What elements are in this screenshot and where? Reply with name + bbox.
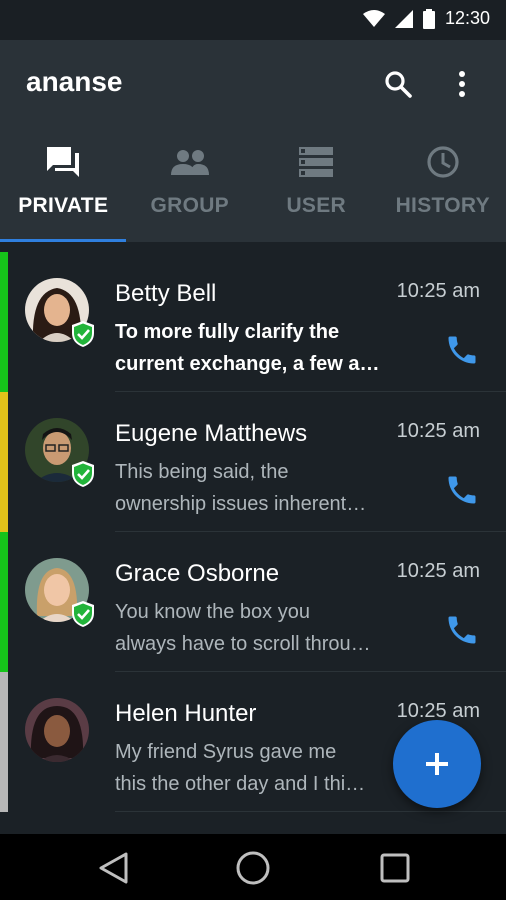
tab-label: GROUP [150, 194, 229, 217]
conversation-row[interactable]: Betty Bell To more fully clarify the cur… [0, 252, 506, 392]
tab-private[interactable]: PRIVATE [0, 140, 127, 242]
contact-name: Betty Bell [115, 280, 217, 307]
recents-button[interactable] [375, 848, 415, 888]
clock-icon [427, 146, 459, 178]
active-tab-indicator [0, 239, 126, 242]
app-bar: ananse PRIVATE GROUP USER HISTORY [0, 40, 506, 242]
contact-name: Eugene Matthews [115, 420, 308, 447]
battery-icon [422, 8, 435, 29]
conversation-row[interactable]: Grace Osborne You know the box you alway… [0, 532, 506, 672]
verified-shield-icon [72, 461, 94, 487]
preview-line: ownership issues inherent… [115, 493, 367, 515]
tab-user[interactable]: USER [253, 140, 380, 240]
new-conversation-fab[interactable] [393, 720, 481, 808]
search-icon [385, 71, 412, 98]
message-preview: You know the box you always have to scro… [115, 596, 390, 660]
tab-group[interactable]: GROUP [127, 140, 254, 240]
status-strip [0, 532, 8, 672]
more-vert-icon [459, 71, 465, 97]
status-strip [0, 392, 8, 532]
preview-line: My friend Syrus gave me [115, 741, 337, 763]
status-bar: 12:30 [0, 0, 506, 40]
status-time: 12:30 [444, 8, 490, 28]
row-divider [115, 811, 506, 812]
verified-shield-icon [72, 601, 94, 627]
preview-line: You know the box you [115, 601, 310, 623]
signal-icon [394, 9, 413, 28]
plus-icon [426, 753, 448, 775]
tab-bar: PRIVATE GROUP USER HISTORY [0, 140, 506, 242]
people-icon [170, 150, 209, 175]
tab-history[interactable]: HISTORY [380, 140, 506, 240]
phone-icon[interactable] [444, 332, 480, 368]
status-icons: 12:30 [362, 8, 490, 29]
recents-square-icon [380, 853, 410, 883]
preview-line: current exchange, a few a… [115, 353, 380, 375]
app-title: ananse [26, 66, 123, 97]
contact-name: Helen Hunter [115, 700, 257, 727]
status-strip [0, 672, 8, 812]
contact-name: Grace Osborne [115, 560, 280, 587]
message-preview: My friend Syrus gave me this the other d… [115, 736, 390, 800]
search-button[interactable] [378, 64, 418, 104]
verified-shield-icon [72, 321, 94, 347]
user-list-icon [299, 147, 334, 177]
message-time: 10:25 am [396, 560, 480, 582]
wifi-icon [362, 9, 385, 27]
avatar [25, 698, 89, 762]
tab-label: HISTORY [395, 194, 490, 217]
message-preview: To more fully clarify the current exchan… [115, 316, 390, 380]
message-time: 10:25 am [396, 420, 480, 442]
chat-icon [47, 147, 80, 177]
conversation-row[interactable]: Eugene Matthews This being said, the own… [0, 392, 506, 532]
back-button[interactable] [93, 848, 133, 888]
overflow-menu-button[interactable] [442, 64, 482, 104]
home-button[interactable] [233, 848, 273, 888]
preview-line: This being said, the [115, 461, 289, 483]
back-triangle-icon [99, 852, 128, 884]
message-time: 10:25 am [396, 280, 480, 302]
home-circle-icon [236, 851, 270, 885]
phone-icon[interactable] [444, 472, 480, 508]
status-strip [0, 252, 8, 392]
preview-line: always have to scroll throu… [115, 633, 371, 655]
phone-icon[interactable] [444, 612, 480, 648]
tab-label: USER [286, 194, 347, 217]
tab-label: PRIVATE [18, 194, 109, 217]
message-preview: This being said, the ownership issues in… [115, 456, 390, 520]
system-nav-bar [0, 834, 506, 900]
preview-line: To more fully clarify the [115, 321, 340, 343]
preview-line: this the other day and I thi… [115, 773, 366, 795]
